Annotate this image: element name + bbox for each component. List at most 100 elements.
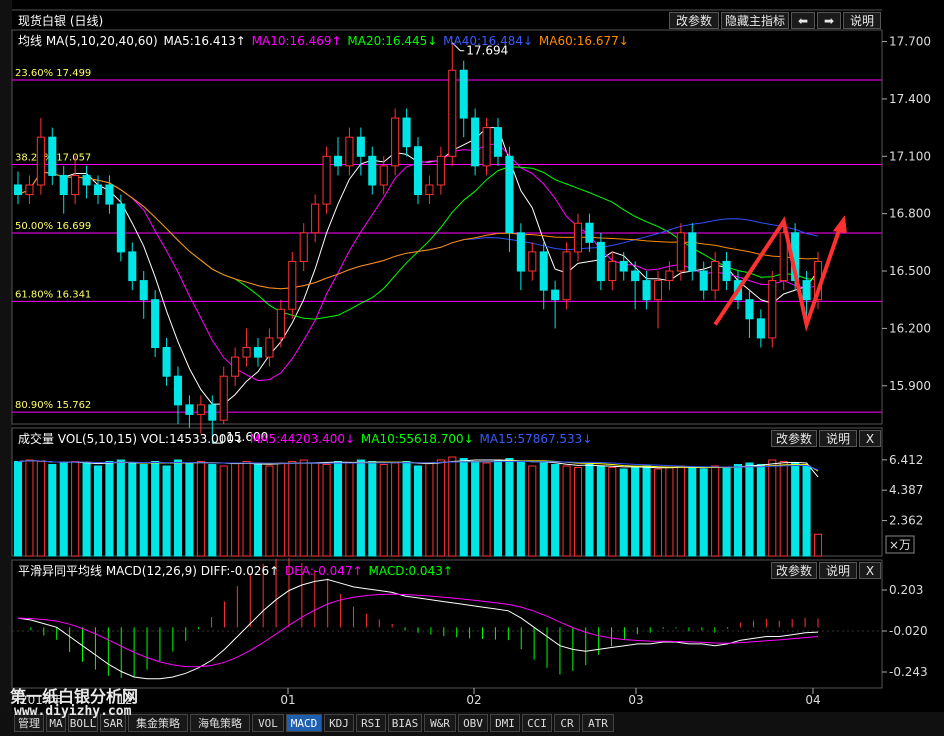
vol-ma5-value: MA5:44203.400↓ [249,432,356,446]
volume-bar [676,465,685,557]
volume-bar [619,468,628,557]
macd-value: MACD:0.043↑ [368,564,453,578]
candle-body [516,232,525,272]
indicator-tab-atr[interactable]: ATR [582,714,614,732]
volume-bar [551,464,560,557]
volume-bar [802,465,811,557]
x-axis-label: 04 [805,693,820,707]
volume-bar [562,465,571,557]
volume-bar [722,467,731,557]
volume-bar [299,459,308,557]
volume-help-button[interactable]: 说明 [819,430,857,447]
volume-bar [745,462,754,557]
indicator-tab-rsi[interactable]: RSI [356,714,386,732]
price-tick-label: 16.800 [889,207,931,221]
macd-tick-label: 0.203 [889,583,923,597]
volume-bar [482,462,491,557]
indicator-tab-[interactable]: 集金策略 [128,714,188,732]
indicator-tab-vol[interactable]: VOL [252,714,284,732]
next-arrow-button[interactable]: ➡ [817,12,841,29]
volume-bar [219,465,228,557]
volume-bar [459,458,468,557]
candle-body [493,127,503,157]
volume-bar [413,465,423,557]
candle-body [253,347,263,358]
volume-bar [116,459,125,557]
candle-body [105,184,114,205]
price-panel-frame [11,29,883,425]
macd-help-button[interactable]: 说明 [819,562,857,579]
volume-bar [36,461,45,557]
indicator-tab-bias[interactable]: BIAS [388,714,422,732]
volume-bar [493,459,503,557]
indicator-tab-macd[interactable]: MACD [286,714,322,732]
candle-body [528,251,537,272]
volume-bar [756,464,765,557]
macd-tick-label: -0.243 [889,665,928,679]
candle-body [162,347,171,377]
volume-bar [151,461,160,557]
candle-body [48,136,57,176]
help-button[interactable]: 说明 [843,12,881,29]
volume-bar [162,465,171,557]
indicator-tab-dmi[interactable]: DMI [490,714,520,732]
candle-body [402,117,411,148]
candle-body [596,241,605,282]
candle-body [551,289,560,301]
hide-indicator-button[interactable]: 隐藏主指标 [721,12,789,29]
volume-bar [368,461,377,557]
volume-tick-label: 4.387 [889,483,923,497]
volume-bar [596,465,605,557]
candle-body [333,155,343,167]
volume-edit-params-button[interactable]: 改参数 [771,430,817,447]
candle-body [196,404,205,415]
indicator-tab-[interactable]: 海龟策略 [190,714,250,732]
volume-bar [173,459,183,557]
volume-legend-label: 成交量 VOL(5,10,15) VOL:14533.000↓ [18,432,245,446]
candle-body [631,270,640,282]
ma10-value: MA10:16.469↑ [251,34,342,48]
ma5-value: MA5:16.413↑ [163,34,246,48]
volume-bar [779,461,788,557]
volume-close-button[interactable]: X [859,430,881,447]
volume-bar [48,464,57,557]
candle-body [413,146,423,196]
dea-value: DEA:-0.047↑ [285,564,363,578]
indicator-tab-cci[interactable]: CCI [522,714,552,732]
candle-body [379,165,388,186]
volume-bar [402,461,411,557]
indicator-tab-obv[interactable]: OBV [458,714,488,732]
indicator-tab-wr[interactable]: W&R [424,714,456,732]
volume-legend: 成交量 VOL(5,10,15) VOL:14533.000↓ MA5:4420… [18,430,594,447]
volume-bar [379,464,388,557]
macd-close-button[interactable]: X [859,562,881,579]
volume-bar [333,461,343,557]
macd-edit-params-button[interactable]: 改参数 [771,562,817,579]
prev-arrow-button[interactable]: ⬅ [791,12,815,29]
ma60-value: MA60:16.677↓ [538,34,629,48]
candle-body [425,184,434,196]
indicator-tab-kdj[interactable]: KDJ [324,714,354,732]
volume-bar [813,533,823,557]
x-axis-label: 02 [466,693,481,707]
candle-body [173,375,183,406]
ma40-value: MA40:16.484↓ [443,34,534,48]
candle-body [36,136,45,186]
fib-level-label: 50.00% 16.699 [15,221,91,232]
candle-body [459,69,468,119]
volume-bar [711,465,720,557]
watermark-url: www.diyizhy.com [14,704,132,719]
volume-bar [25,459,34,557]
candle-body [768,280,777,339]
candle-body [299,232,308,262]
candle-body [711,260,720,291]
edit-params-button[interactable]: 改参数 [669,12,719,29]
volume-bar [276,462,285,557]
volume-bar [59,462,68,557]
candle-body [71,174,80,196]
indicator-tab-cr[interactable]: CR [554,714,580,732]
volume-bar [105,461,114,557]
volume-bar [82,462,91,557]
candle-body [745,299,754,320]
volume-bar [311,462,320,557]
